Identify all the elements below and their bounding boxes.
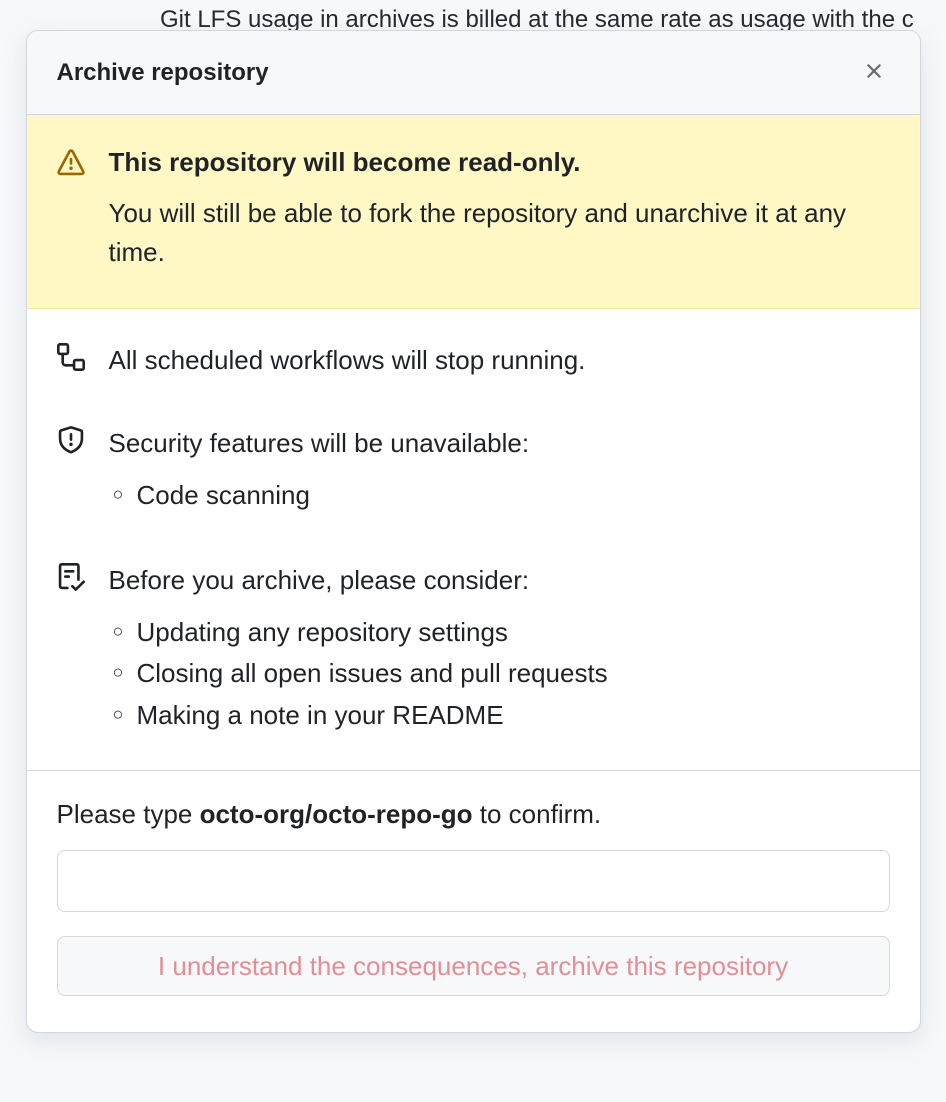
workflows-content: All scheduled workflows will stop runnin… <box>109 341 890 380</box>
consider-info-item: Before you archive, please consider: Upd… <box>57 561 890 737</box>
workflow-icon <box>57 343 85 376</box>
consider-content: Before you archive, please consider: Upd… <box>109 561 890 737</box>
confirm-prompt-prefix: Please type <box>57 799 200 829</box>
archive-confirm-button[interactable]: I understand the consequences, archive t… <box>57 936 890 996</box>
close-button[interactable] <box>858 55 890 90</box>
shield-icon <box>57 426 85 459</box>
security-list: Code scanning <box>109 475 890 517</box>
warning-title: This repository will become read-only. <box>109 147 890 178</box>
archive-repository-modal: Archive repository This repository will … <box>26 30 921 1033</box>
consider-list-item: Closing all open issues and pull request… <box>109 653 890 695</box>
modal-body: All scheduled workflows will stop runnin… <box>27 309 920 771</box>
warning-description: You will still be able to fork the repos… <box>109 194 890 272</box>
consider-list-item: Making a note in your README <box>109 695 890 737</box>
consider-list: Updating any repository settings Closing… <box>109 612 890 737</box>
close-icon <box>862 59 886 86</box>
confirm-repo-name: octo-org/octo-repo-go <box>200 799 473 829</box>
alert-triangle-icon <box>57 149 85 182</box>
workflows-text: All scheduled workflows will stop runnin… <box>109 341 890 380</box>
workflows-info-item: All scheduled workflows will stop runnin… <box>57 341 890 380</box>
security-list-item: Code scanning <box>109 475 890 517</box>
consider-text: Before you archive, please consider: <box>109 561 890 600</box>
modal-footer: Please type octo-org/octo-repo-go to con… <box>27 771 920 1032</box>
warning-banner: This repository will become read-only. Y… <box>27 115 920 309</box>
security-content: Security features will be unavailable: C… <box>109 424 890 517</box>
confirm-prompt: Please type octo-org/octo-repo-go to con… <box>57 799 890 830</box>
modal-overlay: Archive repository This repository will … <box>0 0 946 1102</box>
checklist-icon <box>57 563 85 596</box>
consider-list-item: Updating any repository settings <box>109 612 890 654</box>
confirm-prompt-suffix: to confirm. <box>473 799 602 829</box>
confirm-input[interactable] <box>57 850 890 912</box>
security-text: Security features will be unavailable: <box>109 424 890 463</box>
modal-header: Archive repository <box>27 31 920 115</box>
warning-content: This repository will become read-only. Y… <box>109 147 890 272</box>
security-info-item: Security features will be unavailable: C… <box>57 424 890 517</box>
modal-title: Archive repository <box>57 59 269 87</box>
